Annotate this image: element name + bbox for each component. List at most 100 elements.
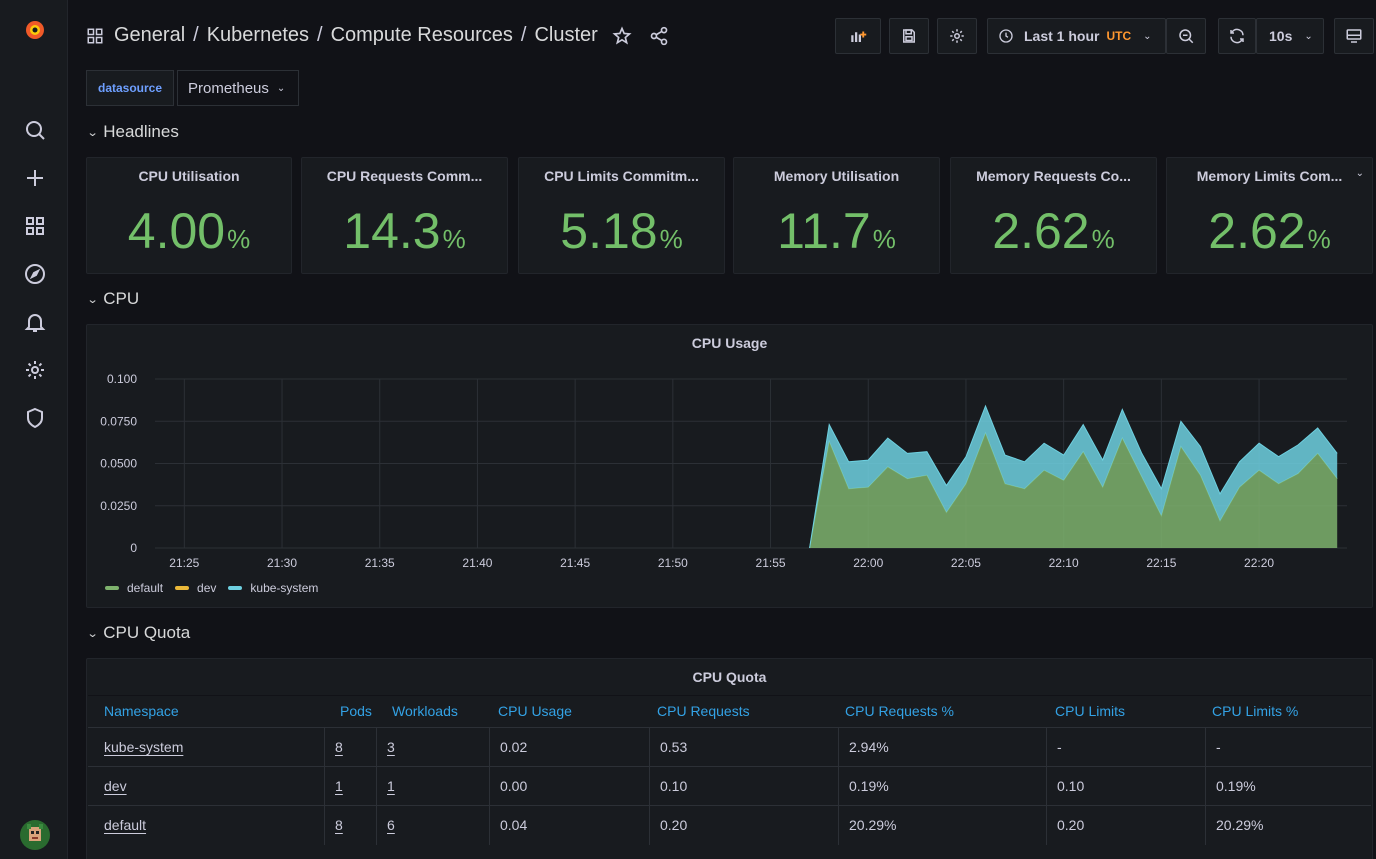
cell-value: 2.94%: [849, 739, 889, 755]
stat-value: 11.7%: [734, 202, 939, 260]
cell-link[interactable]: dev: [104, 778, 127, 794]
breadcrumb-separator: /: [520, 24, 527, 46]
stat-panel[interactable]: CPU Requests Comm... 14.3%: [301, 157, 508, 274]
stat-value: 14.3%: [302, 202, 507, 260]
stat-value: 5.18%: [519, 202, 724, 260]
avatar[interactable]: [20, 820, 50, 850]
stat-title: CPU Utilisation: [138, 168, 240, 184]
column-header[interactable]: CPU Limits %: [1212, 703, 1298, 719]
dashboards-icon[interactable]: [19, 210, 51, 242]
x-tick-label: 21:55: [756, 556, 786, 570]
cell-value: 0.20: [1057, 817, 1085, 833]
tv-mode-button[interactable]: [1334, 18, 1374, 54]
table-row: kube-system 8 3 0.02 0.53 2.94% - -: [88, 727, 1371, 767]
table-cell: 0.20: [1046, 806, 1205, 845]
legend-item-default[interactable]: default: [105, 581, 163, 595]
add-panel-button[interactable]: [835, 18, 881, 54]
cell-link[interactable]: 3: [387, 739, 395, 755]
cell-value: -: [1057, 739, 1062, 755]
x-tick-label: 22:10: [1049, 556, 1079, 570]
column-header[interactable]: Pods: [340, 703, 372, 719]
table-cell: 0.19%: [1205, 767, 1373, 806]
refresh-interval-picker[interactable]: 10s ⌄: [1256, 18, 1324, 54]
breadcrumb-separator: /: [193, 24, 199, 46]
column-header[interactable]: Namespace: [104, 703, 179, 719]
breadcrumb: General / Kubernetes / Compute Resources / Clu…: [114, 24, 604, 47]
shield-icon[interactable]: [19, 402, 51, 434]
timezone-label: UTC: [1106, 29, 1132, 43]
column-header[interactable]: CPU Usage: [498, 703, 572, 719]
star-icon[interactable]: [612, 26, 632, 46]
datasource-select[interactable]: Prometheus ⌄: [177, 70, 299, 106]
table-row: default 8 6 0.04 0.20 20.29% 0.20 20.29%: [88, 805, 1371, 845]
legend-item-dev[interactable]: dev: [175, 581, 216, 595]
chevron-down-icon: ⌄: [86, 627, 99, 640]
breadcrumb-item[interactable]: Kubernetes: [207, 24, 309, 46]
row-title: CPU Quota: [103, 623, 191, 642]
breadcrumb-folder[interactable]: General: [114, 24, 185, 46]
stat-panel[interactable]: Memory Requests Co... 2.62%: [950, 157, 1157, 274]
legend-swatch: [105, 586, 119, 590]
table-header: Namespace Pods Workloads CPU Usage CPU Reque…: [88, 695, 1371, 725]
zoom-out-button[interactable]: [1166, 18, 1206, 54]
table-cell: default: [88, 806, 324, 845]
bell-icon[interactable]: [19, 306, 51, 338]
stat-panel[interactable]: Memory Limits Com... 2.62% ⌄: [1166, 157, 1373, 274]
cell-link[interactable]: 8: [335, 817, 343, 833]
table-cell: 0.20: [649, 806, 838, 845]
x-tick-label: 21:30: [267, 556, 297, 570]
save-button[interactable]: [889, 18, 929, 54]
gear-icon[interactable]: [19, 354, 51, 386]
variable-label: datasource: [86, 70, 174, 106]
table-cell: kube-system: [88, 728, 324, 767]
column-header[interactable]: CPU Requests %: [845, 703, 954, 719]
row-cpu[interactable]: ⌄ CPU: [86, 289, 140, 309]
cell-value: 0.10: [1057, 778, 1085, 794]
stat-panel[interactable]: CPU Limits Commitm... 5.18%: [518, 157, 725, 274]
column-header[interactable]: Workloads: [392, 703, 458, 719]
table-cell: 1: [376, 767, 489, 806]
page-title[interactable]: Cluster: [534, 24, 597, 46]
cell-value: 20.29%: [849, 817, 897, 833]
stat-title: Memory Utilisation: [773, 168, 900, 184]
table-cell: 0.10: [1046, 767, 1205, 806]
table-cell: 3: [376, 728, 489, 767]
panel-menu-chevron-icon[interactable]: ⌄: [1356, 168, 1364, 179]
table-cell: 0.10: [649, 767, 838, 806]
column-header[interactable]: CPU Requests: [657, 703, 750, 719]
x-tick-label: 21:45: [560, 556, 590, 570]
legend-item-kube-system[interactable]: kube-system: [228, 581, 318, 595]
legend-label: kube-system: [250, 581, 319, 595]
cell-link[interactable]: 6: [387, 817, 395, 833]
plus-icon[interactable]: [19, 162, 51, 194]
cell-link[interactable]: 1: [387, 778, 395, 794]
column-header[interactable]: CPU Limits: [1055, 703, 1125, 719]
grafana-logo-icon[interactable]: [19, 14, 51, 46]
stat-title: Memory Requests Co...: [976, 168, 1131, 184]
chevron-down-icon: ⌄: [86, 293, 99, 306]
stat-panel[interactable]: CPU Utilisation 4.00%: [86, 157, 292, 274]
table-cell: 0.53: [649, 728, 838, 767]
legend-label: default: [127, 581, 164, 595]
row-title: Headlines: [103, 122, 179, 141]
share-icon[interactable]: [649, 26, 669, 46]
table-cell: 2.94%: [838, 728, 1046, 767]
x-tick-label: 22:20: [1244, 556, 1274, 570]
row-cpu-quota[interactable]: ⌄ CPU Quota: [86, 623, 191, 643]
compass-icon[interactable]: [19, 258, 51, 290]
search-icon[interactable]: [19, 114, 51, 146]
stat-panel[interactable]: Memory Utilisation 11.7%: [733, 157, 940, 274]
breadcrumb-item[interactable]: Compute Resources: [331, 24, 513, 46]
settings-button[interactable]: [937, 18, 977, 54]
cell-link[interactable]: default: [104, 817, 146, 833]
refresh-button[interactable]: [1218, 18, 1256, 54]
cell-link[interactable]: kube-system: [104, 739, 183, 755]
cell-value: 20.29%: [1216, 817, 1264, 833]
cell-value: 0.00: [500, 778, 528, 794]
table-cell: dev: [88, 767, 324, 806]
row-headlines[interactable]: ⌄ Headlines: [87, 122, 179, 142]
stat-number: 14.3: [343, 203, 441, 259]
cell-link[interactable]: 8: [335, 739, 343, 755]
time-picker-button[interactable]: Last 1 hour UTC ⌄: [987, 18, 1166, 54]
cell-link[interactable]: 1: [335, 778, 343, 794]
